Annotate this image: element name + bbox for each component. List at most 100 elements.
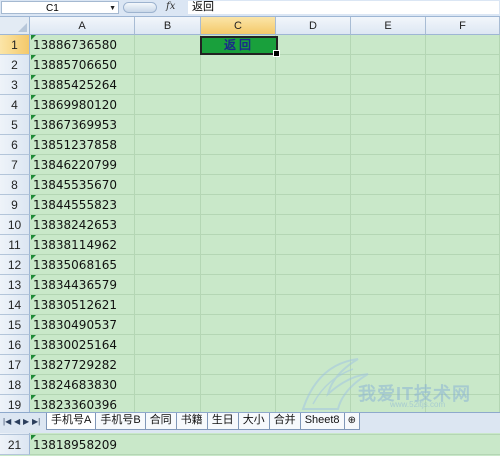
- cell-value: 13818958209: [33, 438, 117, 452]
- error-indicator-icon: [31, 115, 36, 120]
- error-indicator-icon: [31, 55, 36, 60]
- row-header[interactable]: 10: [0, 215, 30, 235]
- cell-value: 13835068165: [33, 258, 117, 272]
- sheet-tab[interactable]: 书籍: [175, 413, 208, 430]
- column-header-a[interactable]: A: [30, 17, 135, 35]
- cell-value: 13830490537: [33, 318, 117, 332]
- sheet-tabs: 手机号A 手机号B 合同 书籍 生日 大小 合并 Sheet8 ⊕: [46, 413, 360, 431]
- sheet-tab[interactable]: Sheet8: [299, 413, 345, 430]
- error-indicator-icon: [31, 195, 36, 200]
- fill-handle[interactable]: [273, 50, 280, 57]
- selected-cell-c1[interactable]: 返回: [200, 36, 280, 57]
- insert-function-icon[interactable]: fx: [166, 1, 175, 12]
- select-all-corner[interactable]: [0, 17, 30, 35]
- formula-input[interactable]: 返回: [188, 1, 499, 14]
- chevron-down-icon[interactable]: ▼: [109, 2, 116, 15]
- cell-value: 13845535670: [33, 178, 117, 192]
- column-header-b[interactable]: B: [135, 17, 201, 35]
- cell-value: 13827729282: [33, 358, 117, 372]
- column-header-f[interactable]: F: [426, 17, 500, 35]
- cell-value: 13824683830: [33, 378, 117, 392]
- error-indicator-icon: [31, 95, 36, 100]
- cell-a[interactable]: 13827729282: [31, 355, 134, 375]
- row-header[interactable]: 12: [0, 255, 30, 275]
- row-header[interactable]: 13: [0, 275, 30, 295]
- cell-value: 13830512621: [33, 298, 117, 312]
- cell-a[interactable]: 13838114962: [31, 235, 134, 255]
- error-indicator-icon: [31, 175, 36, 180]
- cell-value: 13838242653: [33, 218, 117, 232]
- cell-value: 13886736580: [33, 38, 117, 52]
- row-header[interactable]: 21: [0, 435, 30, 455]
- cell-a[interactable]: 13851237858: [31, 135, 134, 155]
- cell-a[interactable]: 13886736580: [31, 35, 134, 55]
- error-indicator-icon: [31, 255, 36, 260]
- sheet-tab[interactable]: 生日: [206, 413, 239, 430]
- error-indicator-icon: [31, 315, 36, 320]
- return-button[interactable]: 返回: [202, 38, 276, 53]
- cell-a[interactable]: 13824683830: [31, 375, 134, 395]
- error-indicator-icon: [31, 435, 36, 440]
- cell-a[interactable]: 13838242653: [31, 215, 134, 235]
- first-sheet-icon[interactable]: |◀: [3, 417, 11, 426]
- row-header[interactable]: 7: [0, 155, 30, 175]
- cell-value: 13834436579: [33, 278, 117, 292]
- sheet-tab[interactable]: 手机号A: [46, 413, 97, 430]
- cell-value: 13885706650: [33, 58, 117, 72]
- cell-a[interactable]: 13885706650: [31, 55, 134, 75]
- insert-sheet-icon[interactable]: ⊕: [343, 413, 360, 430]
- row-header[interactable]: 17: [0, 355, 30, 375]
- error-indicator-icon: [31, 355, 36, 360]
- row-header[interactable]: 8: [0, 175, 30, 195]
- row-header[interactable]: 18: [0, 375, 30, 395]
- cell-a[interactable]: 13834436579: [31, 275, 134, 295]
- name-box-value: C1: [46, 3, 59, 14]
- cell-value: 13846220799: [33, 158, 117, 172]
- row-header[interactable]: 14: [0, 295, 30, 315]
- prev-sheet-icon[interactable]: ◀: [14, 417, 20, 426]
- sheet-tab[interactable]: 合同: [144, 413, 177, 430]
- sheet-tab[interactable]: 大小: [237, 413, 270, 430]
- row-header[interactable]: 1: [0, 35, 30, 55]
- row-header[interactable]: 4: [0, 95, 30, 115]
- row-header[interactable]: 3: [0, 75, 30, 95]
- cell-value: 13851237858: [33, 138, 117, 152]
- error-indicator-icon: [31, 155, 36, 160]
- cell-a[interactable]: 13869980120: [31, 95, 134, 115]
- row-header[interactable]: 11: [0, 235, 30, 255]
- sheet-tab[interactable]: 手机号B: [95, 413, 146, 430]
- column-header-c[interactable]: C: [201, 17, 276, 35]
- cell-a[interactable]: 13835068165: [31, 255, 134, 275]
- cell-a[interactable]: 13830512621: [31, 295, 134, 315]
- column-header-d[interactable]: D: [276, 17, 351, 35]
- row-header[interactable]: 16: [0, 335, 30, 355]
- cell-a[interactable]: 13844555823: [31, 195, 134, 215]
- cell-a[interactable]: 13830025164: [31, 335, 134, 355]
- cell-value: 13869980120: [33, 98, 117, 112]
- name-box[interactable]: C1 ▼: [1, 1, 119, 14]
- next-sheet-icon[interactable]: ▶: [23, 417, 29, 426]
- error-indicator-icon: [31, 375, 36, 380]
- cell-a[interactable]: 13845535670: [31, 175, 134, 195]
- cell-a[interactable]: 13830490537: [31, 315, 134, 335]
- row-header[interactable]: 9: [0, 195, 30, 215]
- cell-value: 13844555823: [33, 198, 117, 212]
- watermark-url: www.52itjs.com: [390, 400, 446, 409]
- error-indicator-icon: [31, 295, 36, 300]
- row-header[interactable]: 5: [0, 115, 30, 135]
- cell-a[interactable]: 13818958209: [31, 435, 134, 455]
- sheet-tab[interactable]: 合并: [268, 413, 301, 430]
- formula-bar-toggle-button[interactable]: [123, 2, 157, 13]
- row-header[interactable]: 15: [0, 315, 30, 335]
- last-sheet-icon[interactable]: ▶|: [32, 417, 40, 426]
- error-indicator-icon: [31, 395, 36, 400]
- cell-a[interactable]: 13867369953: [31, 115, 134, 135]
- cell-value: 13867369953: [33, 118, 117, 132]
- error-indicator-icon: [31, 235, 36, 240]
- cell-a[interactable]: 13846220799: [31, 155, 134, 175]
- error-indicator-icon: [31, 215, 36, 220]
- column-header-e[interactable]: E: [351, 17, 426, 35]
- row-header[interactable]: 2: [0, 55, 30, 75]
- cell-a[interactable]: 13885425264: [31, 75, 134, 95]
- row-header[interactable]: 6: [0, 135, 30, 155]
